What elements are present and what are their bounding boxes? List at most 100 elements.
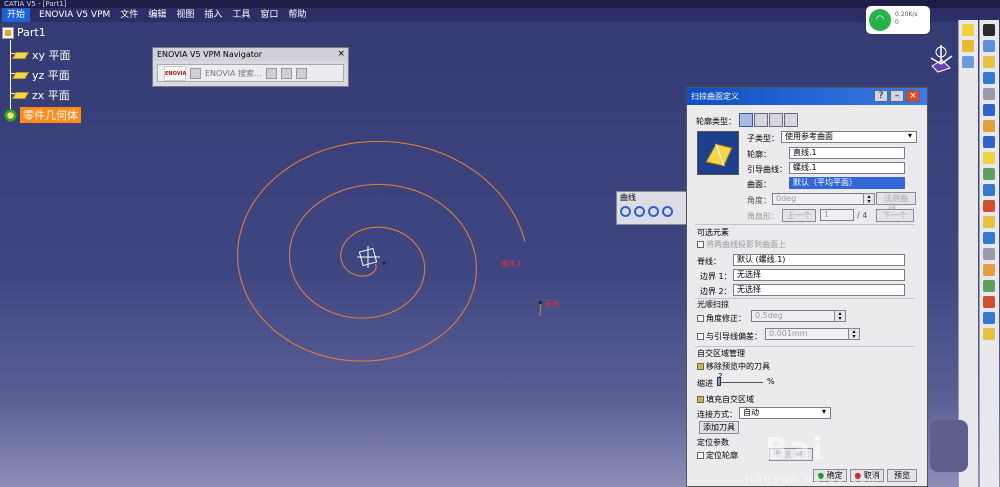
fill-self-checkbox[interactable]: 填充自交区域 — [697, 394, 754, 405]
next-button[interactable]: 下一个 — [876, 209, 914, 222]
navigator-search[interactable]: ENOVIA 搜索... — [205, 68, 262, 79]
angle-correction-spinner[interactable]: ▴ ▾ — [834, 310, 846, 322]
deviation-checkbox[interactable]: 与引导线偏差： — [697, 331, 762, 342]
tree-item-yz-plane[interactable]: yz 平面 — [11, 67, 70, 83]
menu-insert[interactable]: 插入 — [199, 8, 227, 22]
law-curve-button[interactable]: 法则曲线... — [876, 192, 916, 214]
angle-correction-checkbox[interactable]: 角度修正： — [697, 313, 746, 324]
close-icon[interactable]: × — [337, 49, 345, 59]
compass-icon[interactable] — [928, 42, 954, 74]
toolbar-icon[interactable] — [962, 40, 974, 52]
toolbar-icon[interactable] — [983, 88, 995, 100]
toolbar-icon[interactable] — [983, 40, 995, 52]
toolbar-icon[interactable] — [983, 296, 995, 308]
toolbar-icon[interactable] — [983, 232, 995, 244]
profile-type-line-icon[interactable] — [754, 113, 768, 127]
navigator-icon[interactable] — [190, 67, 201, 79]
menu-start[interactable]: 开始 — [2, 8, 31, 22]
subtype-select[interactable]: 使用参考曲面 — [781, 131, 917, 143]
angle-field[interactable]: 0deg — [772, 193, 864, 205]
spiral-curve[interactable] — [237, 140, 526, 362]
taper-slider[interactable] — [717, 377, 763, 386]
chevron-down-icon[interactable]: ▾ — [908, 131, 912, 140]
toolbar-icon[interactable] — [983, 136, 995, 148]
angle-spinner[interactable]: ▴ ▾ — [863, 193, 875, 205]
helix-icon[interactable] — [648, 206, 659, 217]
spiral-icon[interactable] — [620, 206, 631, 217]
navigator-icon[interactable] — [295, 67, 307, 79]
menu-tools[interactable]: 工具 — [227, 8, 255, 22]
tree-item-label: yz 平面 — [32, 69, 70, 82]
chevron-down-icon[interactable]: ▾ — [822, 407, 826, 416]
enovia-navigator[interactable]: ENOVIA V5 VPM Navigator × ENOVIA ENOVIA … — [152, 47, 349, 87]
position-profile-checkbox[interactable]: 定位轮廓 — [697, 450, 738, 461]
toolbar-icon[interactable] — [983, 248, 995, 260]
tree-root[interactable]: Part1 — [2, 26, 46, 39]
menu-window[interactable]: 窗口 — [255, 8, 283, 22]
preview-button[interactable]: 预览 — [887, 469, 917, 482]
spiral-geometry[interactable] — [0, 120, 560, 420]
help-icon[interactable]: ? — [874, 90, 888, 102]
menu-help[interactable]: 帮助 — [283, 8, 311, 22]
toolbar-icon[interactable] — [983, 168, 995, 180]
spline-icon[interactable] — [634, 206, 645, 217]
add-tool-button[interactable]: 添加刀具 — [699, 421, 739, 434]
toolbar-icon[interactable] — [983, 152, 995, 164]
previous-button[interactable]: 上一个 — [782, 209, 816, 222]
separator — [695, 224, 915, 225]
guide-curve-field[interactable]: 螺线.1 — [789, 162, 905, 174]
remove-tools-checkbox[interactable]: 移除预览中的刀具 — [697, 361, 770, 372]
angle-correction-label: 角度修正： — [706, 314, 746, 323]
surface-field[interactable]: 默认（平均平面） — [789, 177, 905, 189]
toolbar-icon[interactable] — [983, 120, 995, 132]
deviation-spinner[interactable]: ▴ ▾ — [848, 328, 860, 340]
sweep-surface-dialog: 扫掠曲面定义 ? – × 轮廓类型： 子类型： 使用参考曲面 ▾ 轮廓： 直线.… — [686, 87, 928, 487]
select-arrow-icon[interactable] — [983, 24, 995, 36]
toolbar-icon[interactable] — [962, 56, 974, 68]
deviation-field[interactable]: 0.001mm — [765, 328, 849, 340]
projection-checkbox-label: 将两曲线投影到曲面上 — [706, 240, 786, 249]
toolbar-icon[interactable] — [983, 56, 995, 68]
slider-thumb[interactable] — [717, 377, 721, 386]
tree-item-zx-plane[interactable]: zx 平面 — [11, 87, 70, 103]
profile-line[interactable] — [539, 301, 542, 317]
sector-index-field[interactable]: 1 — [820, 209, 854, 221]
angle-correction-field[interactable]: 0.5deg — [751, 310, 835, 322]
menu-view[interactable]: 视图 — [171, 8, 199, 22]
toolbar-icon[interactable] — [962, 24, 974, 36]
menu-edit[interactable]: 编辑 — [143, 8, 171, 22]
toolbar-icon[interactable] — [983, 264, 995, 276]
spine-field[interactable]: 默认 (螺线.1) — [733, 254, 905, 266]
watermark-logo: Bai — [765, 432, 825, 467]
profile-type-explicit-icon[interactable] — [739, 113, 753, 127]
profile-field[interactable]: 直线.1 — [789, 147, 905, 159]
close-icon[interactable]: × — [906, 90, 920, 102]
toolbar-icon[interactable] — [983, 312, 995, 324]
toolbar-icon[interactable] — [983, 104, 995, 116]
tree-item-xy-plane[interactable]: xy 平面 — [11, 47, 71, 63]
menu-enovia[interactable]: ENOVIA V5 VPM — [34, 8, 115, 22]
profile-type-circle-icon[interactable] — [769, 113, 783, 127]
toolbar-icon[interactable] — [983, 280, 995, 292]
toolbar-icon[interactable] — [983, 72, 995, 84]
taper-label: 缩进 — [697, 379, 713, 388]
toolbar-icon[interactable] — [983, 184, 995, 196]
boundary1-label: 边界 1： — [700, 272, 732, 281]
minimize-icon[interactable]: – — [890, 90, 904, 102]
self-intersection-title: 自交区域管理 — [697, 349, 745, 358]
toolbar-icon[interactable] — [983, 216, 995, 228]
projection-checkbox[interactable]: 将两曲线投影到曲面上 — [697, 239, 786, 250]
curve-icon[interactable] — [662, 206, 673, 217]
profile-type-conic-icon[interactable] — [784, 113, 798, 127]
toolbar-icon[interactable] — [983, 328, 995, 340]
menu-file[interactable]: 文件 — [115, 8, 143, 22]
surface-label: 曲面： — [747, 180, 771, 189]
connect-select[interactable]: 自动 — [739, 407, 831, 419]
boundary1-field[interactable]: 无选择 — [733, 269, 905, 281]
navigator-icon[interactable] — [265, 67, 277, 79]
profile-type-label: 轮廓类型： — [696, 117, 736, 126]
toolbar-icon[interactable] — [983, 200, 995, 212]
profile-label: 轮廓： — [747, 150, 771, 159]
navigator-icon[interactable] — [280, 67, 292, 79]
boundary2-field[interactable]: 无选择 — [733, 284, 905, 296]
